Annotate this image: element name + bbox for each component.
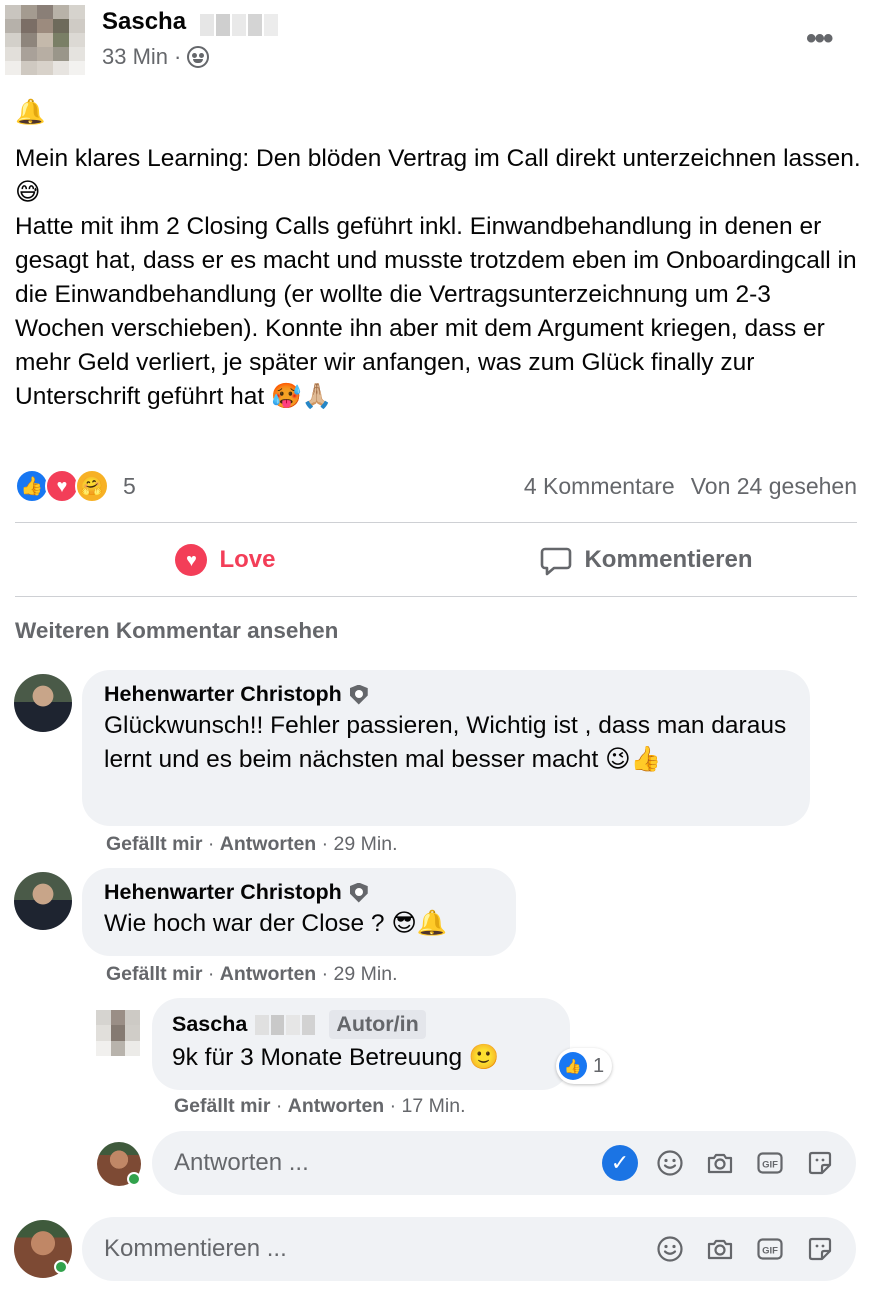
love-button[interactable]: ♥ Love — [15, 524, 436, 596]
care-reaction-icon: 🤗 — [75, 469, 109, 503]
reply-author-avatar[interactable] — [96, 1010, 140, 1056]
comment-label: Kommentieren — [584, 546, 753, 573]
comment-text: Glückwunsch!! Fehler passieren, Wichtig … — [104, 712, 787, 773]
comment-author-name[interactable]: Hehenwarter Christoph — [104, 682, 342, 707]
emoji-icon[interactable] — [656, 1235, 684, 1263]
love-label: Love — [219, 546, 276, 573]
svg-text:GIF: GIF — [762, 1160, 778, 1171]
commenter-avatar[interactable] — [14, 674, 72, 732]
camera-icon[interactable] — [706, 1235, 734, 1263]
sticker-icon[interactable] — [806, 1235, 834, 1263]
reply-comment-button[interactable]: Antworten — [220, 833, 316, 855]
reply-input[interactable] — [174, 1131, 602, 1195]
group-audience-icon — [187, 46, 210, 68]
comment-actions: Gefällt mir · Antworten · 29 Min. — [106, 833, 398, 855]
like-comment-button[interactable]: Gefällt mir — [106, 833, 202, 855]
reply-text: 9k für 3 Monate Betreuung 🙂 — [172, 1044, 500, 1071]
online-status-indicator — [54, 1260, 68, 1274]
divider — [15, 596, 857, 597]
comment-bubble: Hehenwarter Christoph Wie hoch war der C… — [82, 868, 516, 956]
post-author-name[interactable]: Sascha — [102, 8, 186, 36]
author-tag-badge: Autor/in — [329, 1010, 426, 1039]
like-comment-button[interactable]: Gefällt mir — [106, 963, 202, 985]
comment-author[interactable]: Hehenwarter Christoph — [104, 880, 494, 905]
sticker-icon[interactable] — [806, 1149, 834, 1177]
heart-icon: ♥ — [175, 544, 208, 576]
like-reply-button[interactable]: Gefällt mir — [174, 1095, 270, 1117]
comment-button[interactable]: Kommentieren — [436, 524, 857, 596]
reaction-icons[interactable]: 👍 ♥ 🤗 — [15, 469, 109, 503]
reply-comment-button[interactable]: Antworten — [220, 963, 316, 985]
commenter-avatar[interactable] — [14, 872, 72, 930]
reaction-count[interactable]: 5 — [123, 473, 136, 500]
input-toolbar: GIF — [656, 1235, 834, 1263]
post-body: 🔔 Mein klares Learning: Den blöden Vertr… — [15, 96, 865, 414]
reply-author[interactable]: Sascha Autor/in — [172, 1010, 550, 1039]
comment-input-box: GIF — [82, 1217, 856, 1281]
divider — [15, 522, 857, 523]
love-reaction-icon: ♥ — [45, 469, 79, 503]
author-surname-redacted — [200, 14, 278, 36]
comment-text: Wie hoch war der Close ? 😎🔔 — [104, 910, 448, 937]
comment-actions: Gefällt mir · Antworten · 29 Min. — [106, 963, 398, 985]
comment-input[interactable] — [104, 1217, 656, 1281]
reply-author-name[interactable]: Sascha — [172, 1012, 247, 1037]
emoji-icon[interactable] — [656, 1149, 684, 1177]
verified-check-icon[interactable]: ✓ — [602, 1145, 638, 1181]
reactions-summary: 👍 ♥ 🤗 5 4 Kommentare Von 24 gesehen — [15, 466, 857, 506]
reply-reply-button[interactable]: Antworten — [288, 1095, 384, 1117]
post-header: Sascha 33 Min · ••• — [0, 0, 877, 90]
post-actions: ♥ Love Kommentieren — [15, 524, 857, 596]
post-timestamp[interactable]: 33 Min — [102, 44, 168, 70]
comment-timestamp[interactable]: 29 Min. — [334, 963, 398, 985]
comment-author-name[interactable]: Hehenwarter Christoph — [104, 880, 342, 905]
shield-badge-icon — [349, 684, 368, 705]
post-bell-line: 🔔 — [15, 99, 46, 126]
gif-icon[interactable]: GIF — [756, 1235, 784, 1263]
reply-reaction-summary[interactable]: 👍 1 — [556, 1048, 613, 1084]
views-count[interactable]: Von 24 gesehen — [691, 473, 857, 500]
reply-author-surname-redacted — [255, 1014, 316, 1035]
reply-actions: Gefällt mir · Antworten · 17 Min. — [174, 1095, 466, 1117]
comment-bubble: Hehenwarter Christoph Glückwunsch!! Fehl… — [82, 670, 810, 826]
gif-icon[interactable]: GIF — [756, 1149, 784, 1177]
like-reaction-icon: 👍 — [559, 1052, 587, 1080]
online-status-indicator — [127, 1172, 141, 1186]
post-stats: 4 Kommentare Von 24 gesehen — [524, 473, 857, 500]
comment-timestamp[interactable]: 29 Min. — [334, 833, 398, 855]
shield-badge-icon — [349, 882, 368, 903]
meta-separator: · — [174, 44, 182, 69]
like-reaction-icon: 👍 — [15, 469, 49, 503]
svg-text:GIF: GIF — [762, 1246, 778, 1257]
post-meta: 33 Min · — [102, 44, 210, 70]
reply-timestamp[interactable]: 17 Min. — [402, 1095, 466, 1117]
post-text-paragraph: Mein klares Learning: Den blöden Vertrag… — [15, 145, 861, 410]
input-toolbar: GIF — [656, 1149, 834, 1177]
reply-reaction-count: 1 — [593, 1054, 605, 1077]
reply-input-box: ✓ GIF — [152, 1131, 856, 1195]
camera-icon[interactable] — [706, 1149, 734, 1177]
comment-bubble-icon — [541, 547, 572, 576]
view-more-comments-link[interactable]: Weiteren Kommentar ansehen — [15, 618, 338, 644]
more-options-button[interactable]: ••• — [806, 22, 833, 56]
reply-bubble: Sascha Autor/in 9k für 3 Monate Betreuun… — [152, 998, 570, 1090]
comment-author[interactable]: Hehenwarter Christoph — [104, 682, 788, 707]
author-avatar[interactable] — [5, 5, 85, 75]
comments-count[interactable]: 4 Kommentare — [524, 473, 675, 500]
